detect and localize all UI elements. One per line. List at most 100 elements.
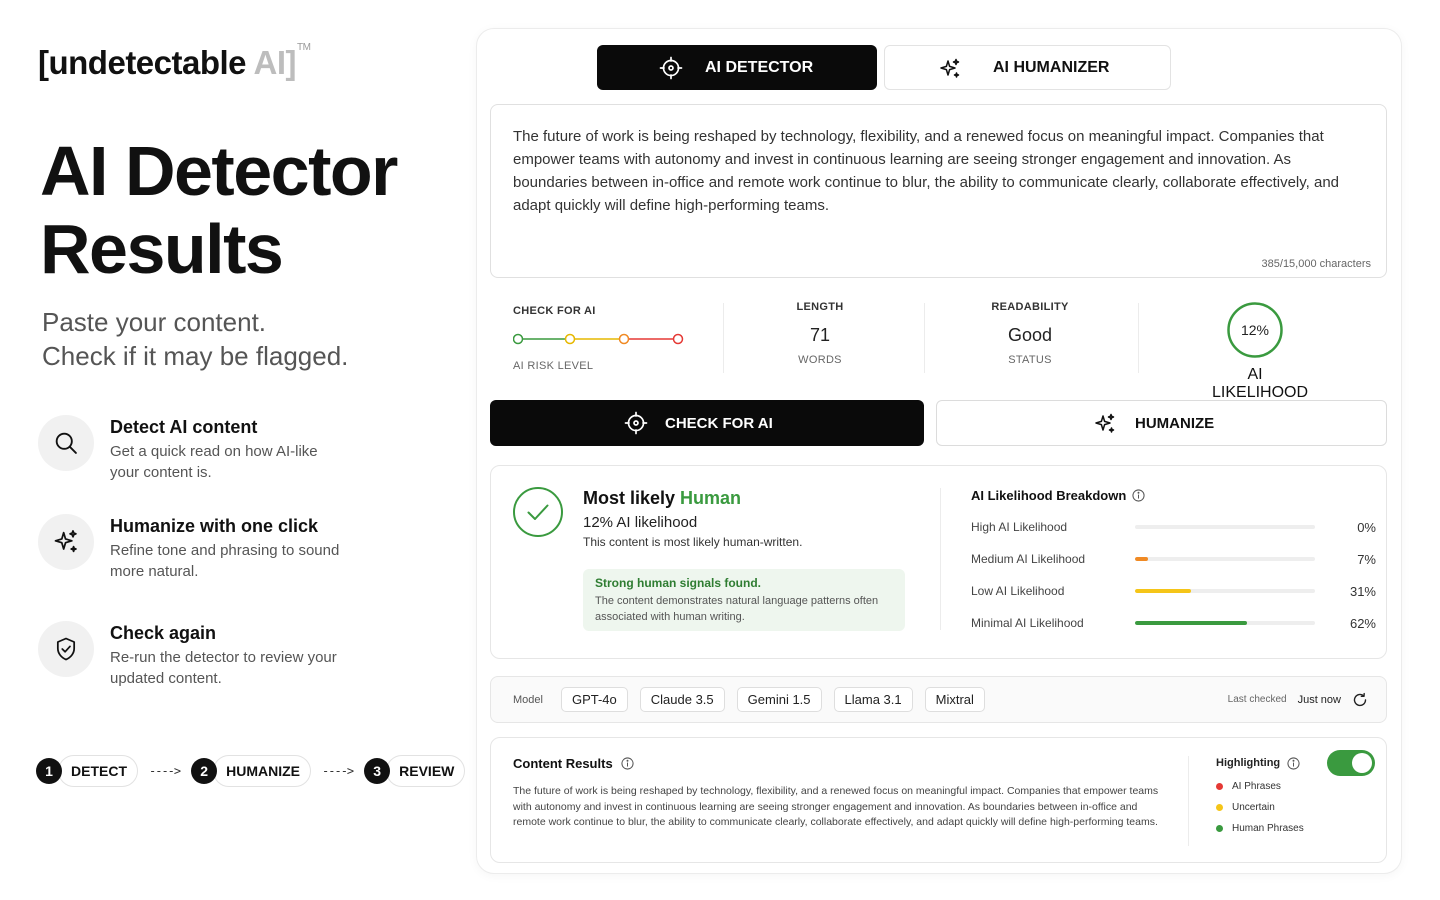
legend-label: Human Phrases [1232, 823, 1304, 834]
step-review: 3 REVIEW [364, 755, 466, 787]
breakdown-row-medium: Medium AI Likelihood 7% [971, 543, 1376, 575]
feature-title: Check again [110, 623, 217, 643]
legend-dot [1216, 825, 1223, 832]
feature-desc: Get a quick read on how AI-like your con… [110, 443, 318, 481]
page-subtitle-line1: Paste your content. [42, 307, 267, 337]
verdict: Most likely Human 12% AI likelihood This… [583, 488, 802, 549]
page-subtitle-line2: Check if it may be flagged. [42, 341, 349, 371]
brand-trademark: TM [296, 42, 311, 53]
feature-title: Humanize with one click [110, 516, 319, 536]
model-chip-gpt-4o[interactable]: GPT-4o [560, 687, 628, 712]
check-circle-icon [512, 486, 564, 543]
feature-check-again: Check again Re-run the detector to revie… [38, 621, 340, 689]
content-input-text[interactable]: The future of work is being reshaped by … [513, 125, 1356, 217]
highlighting-panel: Highlighting AI Phrases Uncertain Human … [1216, 750, 1375, 839]
divider [924, 303, 925, 373]
button-label: HUMANIZE [1135, 414, 1215, 432]
divider [1138, 303, 1139, 373]
step-label: REVIEW [386, 755, 466, 787]
breakdown-bar-fill [1135, 557, 1148, 561]
step-number: 1 [36, 758, 62, 784]
breakdown-bar [1135, 525, 1315, 529]
risk-level-label: AI RISK LEVEL [513, 360, 594, 372]
likelihood-breakdown: AI Likelihood Breakdown High AI Likeliho… [971, 488, 1376, 639]
breakdown-bar-fill [1135, 621, 1247, 625]
character-count: 385/15,000 characters [1261, 258, 1371, 270]
breakdown-percent: 7% [1357, 551, 1376, 567]
verdict-word: Human [680, 488, 742, 508]
shield-check-icon [38, 621, 94, 677]
breakdown-bar [1135, 557, 1315, 561]
page-subtitle: Paste your content. Check if it may be f… [42, 305, 348, 373]
feature-desc: Refine tone and phrasing to sound more n… [110, 542, 340, 580]
model-chip-claude[interactable]: Claude 3.5 [639, 687, 725, 712]
step-humanize: 2 HUMANIZE [191, 755, 312, 787]
content-input[interactable]: The future of work is being reshaped by … [490, 104, 1387, 278]
breakdown-title: AI Likelihood Breakdown [971, 488, 1376, 503]
content-results-title: Content Results [513, 756, 634, 771]
content-results-title-text: Content Results [513, 756, 613, 771]
signal-description: The content demonstrates natural languag… [595, 595, 879, 623]
risk-dot-high [672, 333, 684, 345]
verdict-likelihood: 12% AI likelihood [583, 514, 698, 531]
metrics-row: CHECK FOR AI AI RISK LEVEL LENGTH 71 WOR… [490, 293, 1387, 401]
legend-human-phrases: Human Phrases [1216, 818, 1371, 839]
info-icon[interactable] [1287, 756, 1300, 770]
crosshair-icon [624, 411, 648, 435]
risk-level-scale [513, 333, 684, 345]
highlighting-header: Highlighting [1216, 750, 1375, 776]
check-for-ai-button[interactable]: CHECK FOR AI [490, 400, 924, 446]
breakdown-label: Low AI Likelihood [971, 584, 1065, 598]
metric-heading: CHECK FOR AI [513, 305, 596, 317]
tab-ai-humanizer[interactable]: AI HUMANIZER [884, 45, 1171, 90]
risk-dot-elevated [618, 333, 630, 345]
refresh-icon[interactable] [1352, 692, 1368, 708]
brand-accent: AI] [253, 44, 296, 81]
verdict-title: Most likely Human [583, 488, 802, 509]
breakdown-row-low: Low AI Likelihood 31% [971, 575, 1376, 607]
metric-length: LENGTH 71 WORDS [770, 301, 870, 366]
breakdown-label: Minimal AI Likelihood [971, 616, 1084, 630]
metric-check-for-ai: CHECK FOR AI AI RISK LEVEL [513, 305, 689, 372]
model-chip-gemini[interactable]: Gemini 1.5 [736, 687, 822, 712]
last-checked: Last checked Just now [1228, 677, 1368, 722]
toggle-knob [1352, 753, 1372, 773]
info-icon[interactable] [621, 757, 634, 770]
feature-title: Detect AI content [110, 417, 258, 437]
tab-label: AI HUMANIZER [993, 58, 1110, 76]
result-card: Most likely Human 12% AI likelihood This… [490, 465, 1387, 659]
button-label: CHECK FOR AI [665, 414, 773, 432]
page-title-line1: AI Detector [40, 132, 398, 210]
breakdown-percent: 0% [1357, 519, 1376, 535]
likelihood-label: AI LIKELIHOOD [1212, 366, 1309, 401]
breakdown-bar [1135, 589, 1315, 593]
feature-desc: Re-run the detector to review your updat… [110, 649, 337, 687]
highlighting-toggle[interactable] [1327, 750, 1375, 776]
verdict-description: This content is most likely human-writte… [583, 535, 803, 549]
breakdown-percent: 62% [1349, 615, 1376, 631]
breakdown-label: High AI Likelihood [971, 520, 1068, 534]
info-icon[interactable] [1132, 489, 1145, 502]
last-checked-value: Just now [1297, 693, 1341, 706]
step-number: 2 [191, 758, 218, 784]
divider [940, 488, 941, 630]
feature-humanize: Humanize with one click Refine tone and … [38, 514, 340, 582]
breakdown-label: Medium AI Likelihood [971, 552, 1086, 566]
model-chip-mixtral[interactable]: Mixtral [924, 687, 985, 712]
breakdown-row-high: High AI Likelihood 0% [971, 511, 1376, 543]
legend-uncertain: Uncertain [1216, 797, 1371, 818]
risk-dot-medium [564, 333, 576, 345]
breakdown-bar [1135, 621, 1315, 625]
signal-title: Strong human signals found. [595, 576, 761, 590]
legend-label: Uncertain [1232, 802, 1275, 813]
tab-ai-detector[interactable]: AI DETECTOR [597, 45, 877, 90]
step-label: DETECT [58, 755, 138, 787]
model-bar: Model GPT-4o Claude 3.5 Gemini 1.5 Llama… [490, 676, 1387, 723]
workflow-steps: 1 DETECT ----> 2 HUMANIZE ----> 3 REVIEW [36, 755, 466, 787]
page-title: AI Detector Results [40, 132, 398, 288]
risk-dot-low [513, 333, 524, 345]
sparkle-icon [38, 514, 94, 570]
humanize-button[interactable]: HUMANIZE [936, 400, 1387, 446]
model-chip-llama[interactable]: Llama 3.1 [833, 687, 913, 712]
word-count-value: 71 [809, 325, 831, 345]
